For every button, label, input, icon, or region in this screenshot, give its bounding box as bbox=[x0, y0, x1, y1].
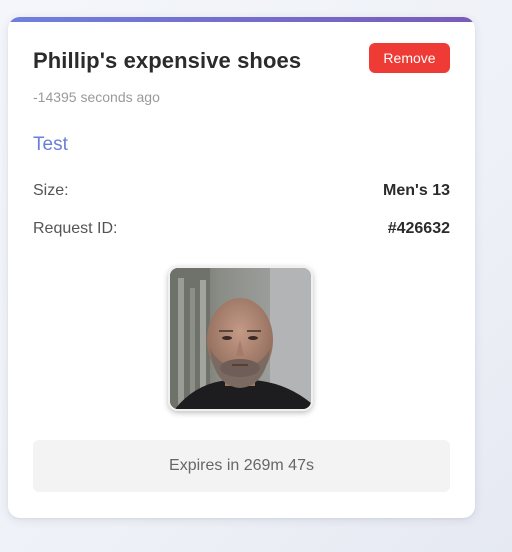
detail-label: Size: bbox=[33, 182, 69, 199]
card-accent-bar bbox=[8, 17, 475, 22]
timestamp: -14395 seconds ago bbox=[33, 89, 160, 105]
person-photo-image bbox=[170, 268, 311, 409]
remove-button[interactable]: Remove bbox=[369, 43, 450, 73]
requester-photo bbox=[168, 266, 313, 411]
request-card: Phillip's expensive shoes Remove -14395 … bbox=[8, 17, 475, 518]
card-description: Test bbox=[33, 134, 68, 155]
detail-value: Men's 13 bbox=[383, 182, 450, 199]
detail-row-size: Size: Men's 13 bbox=[33, 182, 450, 204]
expiry-status: Expires in 269m 47s bbox=[33, 440, 450, 492]
detail-value: #426632 bbox=[387, 220, 450, 237]
detail-row-request-id: Request ID: #426632 bbox=[33, 220, 450, 242]
card-title: Phillip's expensive shoes bbox=[33, 48, 302, 73]
detail-label: Request ID: bbox=[33, 220, 118, 237]
